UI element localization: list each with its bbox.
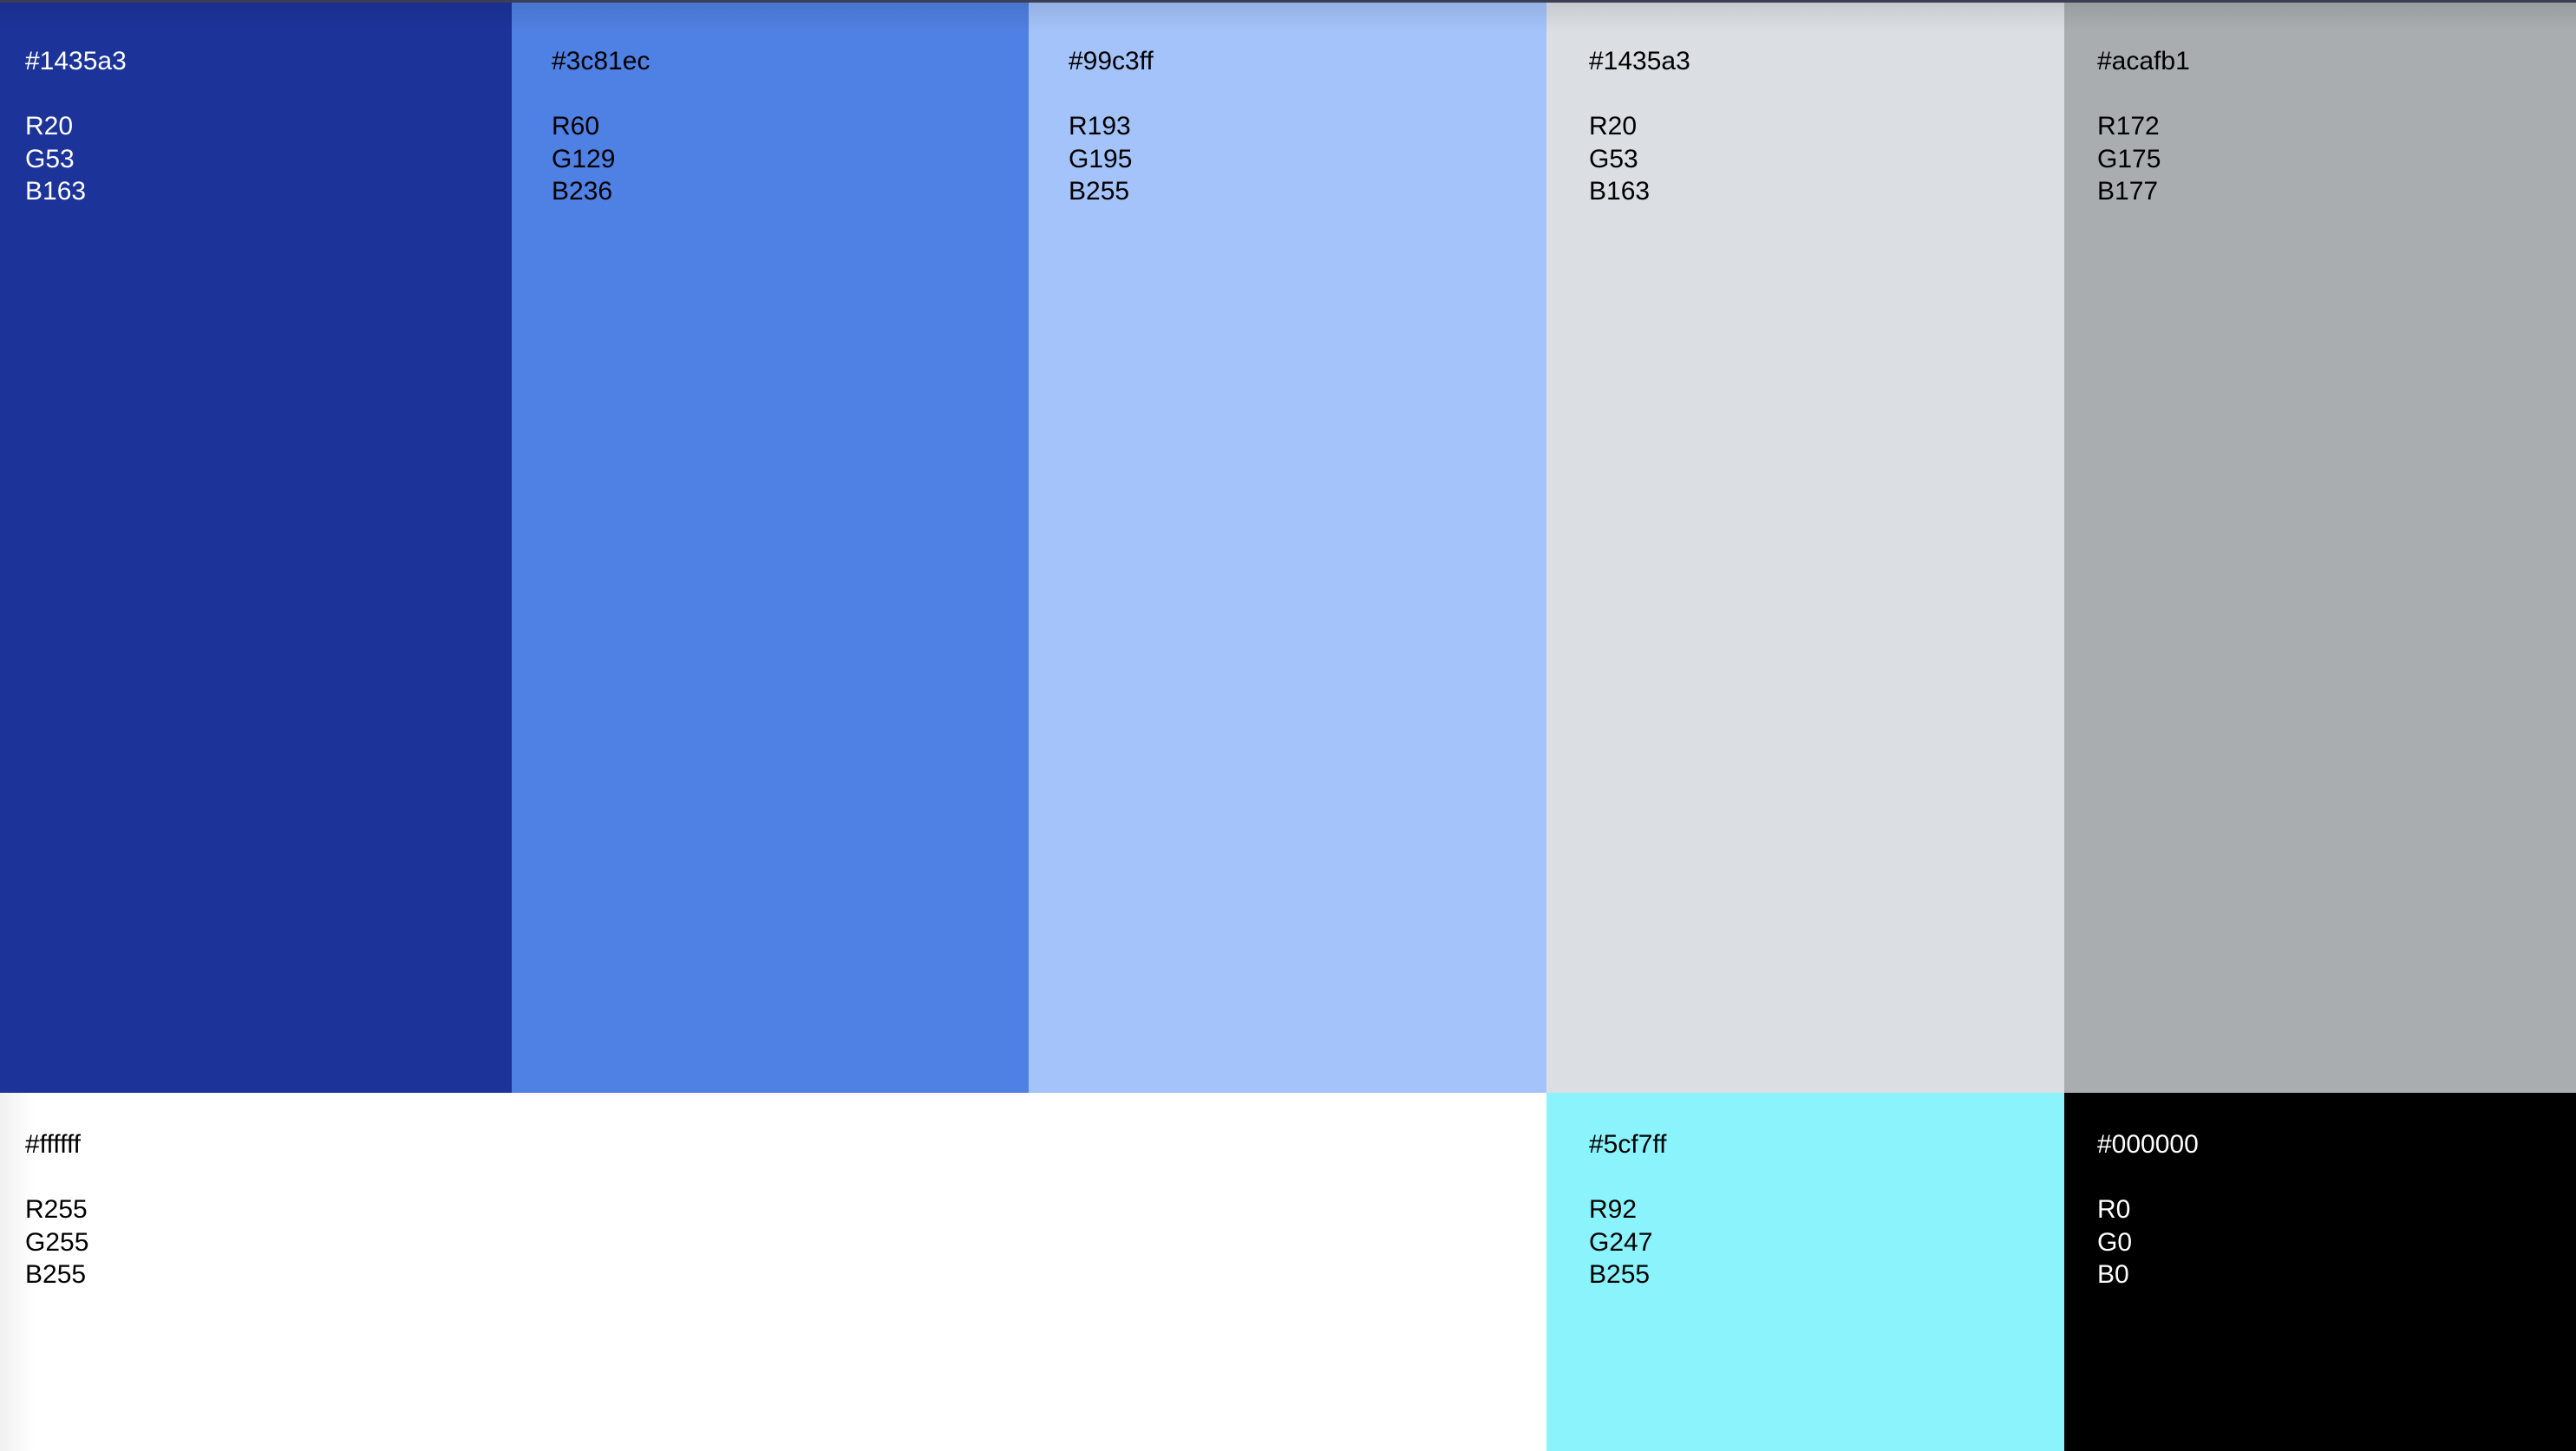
swatch-hex: #000000 <box>2097 1130 2199 1159</box>
color-swatch-4: #1435a3 R20 G53 B163 <box>1546 0 2064 1093</box>
swatch-green: G247 <box>1589 1227 1653 1257</box>
swatch-green: G53 <box>1589 144 1638 173</box>
swatch-blue: B163 <box>25 177 87 206</box>
color-swatch-6: #ffffff R255 G255 B255 <box>0 1093 1546 1451</box>
swatch-hex: #1435a3 <box>1589 47 1690 75</box>
swatch-hex: #ffffff <box>25 1130 81 1159</box>
swatch-red: R193 <box>1069 112 1131 141</box>
swatch-green: G0 <box>2097 1227 2133 1257</box>
swatch-green: G195 <box>1069 144 1133 173</box>
color-swatch-7: #5cf7ff R92 G247 B255 <box>1546 1093 2064 1451</box>
swatch-red: R255 <box>25 1195 88 1224</box>
color-swatch-8: #000000 R0 G0 B0 <box>2064 1093 2576 1451</box>
color-swatch-2: #3c81ec R60 G129 B236 <box>512 0 1029 1093</box>
swatch-blue: B255 <box>1589 1260 1651 1289</box>
swatch-hex: #5cf7ff <box>1589 1130 1667 1159</box>
swatch-blue: B255 <box>1069 177 1130 206</box>
swatch-red: R172 <box>2097 112 2160 141</box>
top-edge <box>0 0 2576 3</box>
swatch-green: G53 <box>25 144 75 173</box>
swatch-red: R60 <box>552 112 600 141</box>
swatch-blue: B255 <box>25 1260 87 1289</box>
swatch-red: R0 <box>2097 1195 2131 1224</box>
color-swatch-5: #acafb1 R172 G175 B177 <box>2064 0 2576 1093</box>
swatch-blue: B163 <box>1589 177 1651 206</box>
swatch-hex: #1435a3 <box>25 47 127 75</box>
swatch-red: R20 <box>1589 112 1638 141</box>
swatch-blue: B0 <box>2097 1260 2129 1289</box>
swatch-red: R92 <box>1589 1195 1638 1224</box>
swatch-green: G255 <box>25 1227 89 1257</box>
swatch-blue: B177 <box>2097 177 2159 206</box>
swatch-blue: B236 <box>552 177 613 206</box>
swatch-green: G175 <box>2097 144 2161 173</box>
swatch-green: G129 <box>552 144 616 173</box>
swatch-red: R20 <box>25 112 74 141</box>
swatch-hex: #3c81ec <box>552 47 651 75</box>
color-swatch-1: #1435a3 R20 G53 B163 <box>0 0 512 1093</box>
swatch-hex: #acafb1 <box>2097 47 2190 75</box>
color-swatch-3: #99c3ff R193 G195 B255 <box>1029 0 1546 1093</box>
swatch-hex: #99c3ff <box>1069 47 1154 75</box>
